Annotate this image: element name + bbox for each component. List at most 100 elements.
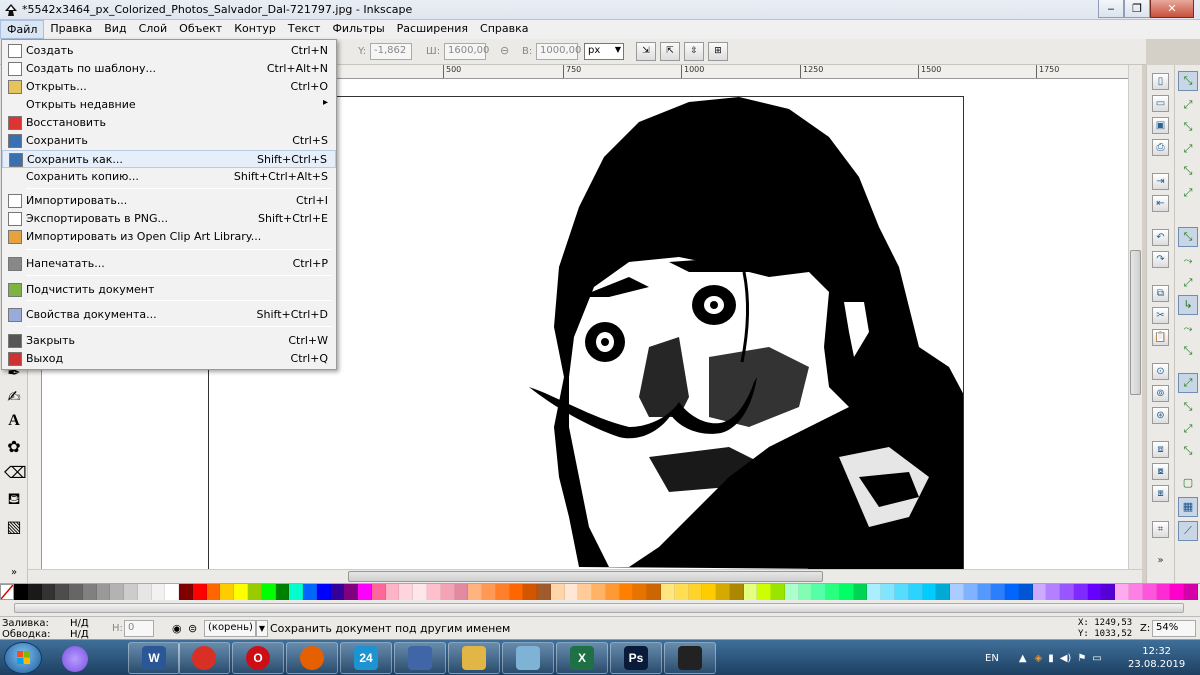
color-swatch[interactable]: [578, 584, 593, 600]
snap-centers-icon[interactable]: ⤢: [1178, 373, 1198, 393]
zoom-selection-icon[interactable]: ⊙: [1152, 363, 1169, 380]
palette-scroll-thumb[interactable]: [14, 603, 1184, 613]
snap-guides-icon[interactable]: ⟋: [1178, 521, 1198, 541]
minimize-button[interactable]: ‒: [1098, 0, 1124, 18]
menu-object[interactable]: Объект: [173, 20, 228, 39]
color-swatch[interactable]: [413, 584, 427, 600]
vertical-scroll-thumb[interactable]: [1130, 250, 1141, 395]
color-swatch[interactable]: [275, 584, 290, 600]
unlink-clone-icon[interactable]: ⧆: [1152, 485, 1169, 502]
new-document-icon[interactable]: ▯: [1152, 73, 1169, 90]
color-swatch[interactable]: [261, 584, 276, 600]
lock-layer-icon[interactable]: ⊜: [188, 622, 197, 635]
color-swatch[interactable]: [110, 584, 125, 600]
group-icon[interactable]: ⌗: [1152, 521, 1169, 538]
maximize-button[interactable]: ❐: [1124, 0, 1150, 18]
color-swatch[interactable]: [303, 584, 317, 600]
taskbar-opera[interactable]: O: [232, 642, 284, 674]
color-swatch[interactable]: [660, 584, 675, 600]
color-swatch[interactable]: [1073, 584, 1088, 600]
file-menu-item[interactable]: Создать Ctrl+N: [2, 42, 336, 60]
snap-smooth-nodes-icon[interactable]: ⤳: [1178, 319, 1198, 339]
color-swatch[interactable]: [702, 584, 717, 600]
menu-path[interactable]: Контур: [228, 20, 282, 39]
color-swatch[interactable]: [151, 584, 166, 600]
color-swatch[interactable]: [1142, 584, 1157, 600]
menu-filters[interactable]: Фильтры: [326, 20, 390, 39]
snap-bbox-edges-icon[interactable]: ⤡: [1178, 117, 1198, 137]
color-swatch[interactable]: [537, 584, 551, 600]
color-swatch[interactable]: [220, 584, 235, 600]
color-swatch[interactable]: [1101, 584, 1116, 600]
color-swatch[interactable]: [716, 584, 730, 600]
import-icon[interactable]: ⇥: [1152, 173, 1169, 190]
color-swatch[interactable]: [867, 584, 882, 600]
snap-bbox-midpoints-icon[interactable]: ⤡: [1178, 161, 1198, 181]
gradient-tool-icon[interactable]: ▧: [4, 517, 24, 537]
save-icon[interactable]: ▣: [1152, 117, 1169, 134]
color-swatch[interactable]: [826, 584, 840, 600]
color-swatch[interactable]: [853, 584, 868, 600]
color-swatch[interactable]: [385, 584, 400, 600]
text-tool-icon[interactable]: A: [4, 411, 24, 431]
color-swatch[interactable]: [881, 584, 895, 600]
color-swatch[interactable]: [1060, 584, 1074, 600]
taskbar-network[interactable]: [394, 642, 446, 674]
transform-gradients-button[interactable]: ⇳: [684, 42, 704, 61]
color-swatch[interactable]: [454, 584, 469, 600]
file-menu-item[interactable]: Открыть... Ctrl+O: [2, 78, 336, 96]
paste-icon[interactable]: 📋: [1152, 329, 1169, 346]
color-swatch[interactable]: [729, 584, 744, 600]
unit-select[interactable]: px ▼: [584, 43, 624, 60]
snap-nodes-icon[interactable]: ⤡: [1178, 227, 1198, 247]
taskbar-chrome[interactable]: [178, 642, 230, 674]
color-swatch[interactable]: [55, 584, 70, 600]
color-swatch[interactable]: [14, 584, 28, 600]
width-field[interactable]: 1600,00: [444, 43, 489, 60]
color-swatch[interactable]: [1032, 584, 1047, 600]
menu-view[interactable]: Вид: [98, 20, 132, 39]
expand-commands-icon[interactable]: »: [1152, 553, 1169, 570]
color-swatch[interactable]: [812, 584, 827, 600]
alice-assistant-icon[interactable]: [62, 646, 88, 672]
y-field[interactable]: -1,862: [370, 43, 412, 60]
network-icon[interactable]: ▮: [1048, 653, 1054, 664]
file-menu-item[interactable]: Импортировать из Open Clip Art Library..…: [2, 228, 336, 246]
color-swatch[interactable]: [399, 584, 414, 600]
taskbar-inkscape[interactable]: [664, 642, 716, 674]
clock[interactable]: 12:32 23.08.2019: [1128, 645, 1185, 671]
taskbar-photoshop[interactable]: Ps: [610, 642, 662, 674]
layer-dropdown-icon[interactable]: ▼: [256, 620, 268, 637]
color-swatch[interactable]: [289, 584, 304, 600]
color-swatch[interactable]: [1156, 584, 1171, 600]
menu-help[interactable]: Справка: [474, 20, 534, 39]
file-menu-item[interactable]: Напечатать... Ctrl+P: [2, 255, 336, 273]
color-swatch[interactable]: [371, 584, 386, 600]
color-swatch[interactable]: [165, 584, 180, 600]
color-swatch[interactable]: [1018, 584, 1033, 600]
start-button[interactable]: [4, 642, 42, 674]
taskbar-excel[interactable]: X: [556, 642, 608, 674]
color-swatch[interactable]: [234, 584, 249, 600]
cut-icon[interactable]: ✂: [1152, 307, 1169, 324]
color-swatch[interactable]: [936, 584, 951, 600]
export-icon[interactable]: ⇤: [1152, 195, 1169, 212]
scale-corners-button[interactable]: ⇱: [660, 42, 680, 61]
file-menu-item[interactable]: Импортировать... Ctrl+I: [2, 192, 336, 210]
color-swatch[interactable]: [41, 584, 56, 600]
snap-cusp-nodes-icon[interactable]: ↳: [1178, 295, 1198, 315]
taskbar-explorer[interactable]: [448, 642, 500, 674]
clone-icon[interactable]: ⧇: [1152, 463, 1169, 480]
snap-toggle-icon[interactable]: ⤡: [1178, 71, 1198, 91]
horizontal-scroll-thumb[interactable]: [348, 571, 823, 582]
color-swatch[interactable]: [1115, 584, 1130, 600]
color-swatch[interactable]: [137, 584, 152, 600]
color-swatch[interactable]: [784, 584, 799, 600]
color-swatch[interactable]: [96, 584, 111, 600]
snap-grid-icon[interactable]: ▦: [1178, 497, 1198, 517]
color-swatch[interactable]: [523, 584, 538, 600]
color-swatch[interactable]: [27, 584, 42, 600]
taskbar-24[interactable]: 24: [340, 642, 392, 674]
color-swatch[interactable]: [358, 584, 372, 600]
snap-bbox-icon[interactable]: ⤢: [1178, 95, 1198, 115]
